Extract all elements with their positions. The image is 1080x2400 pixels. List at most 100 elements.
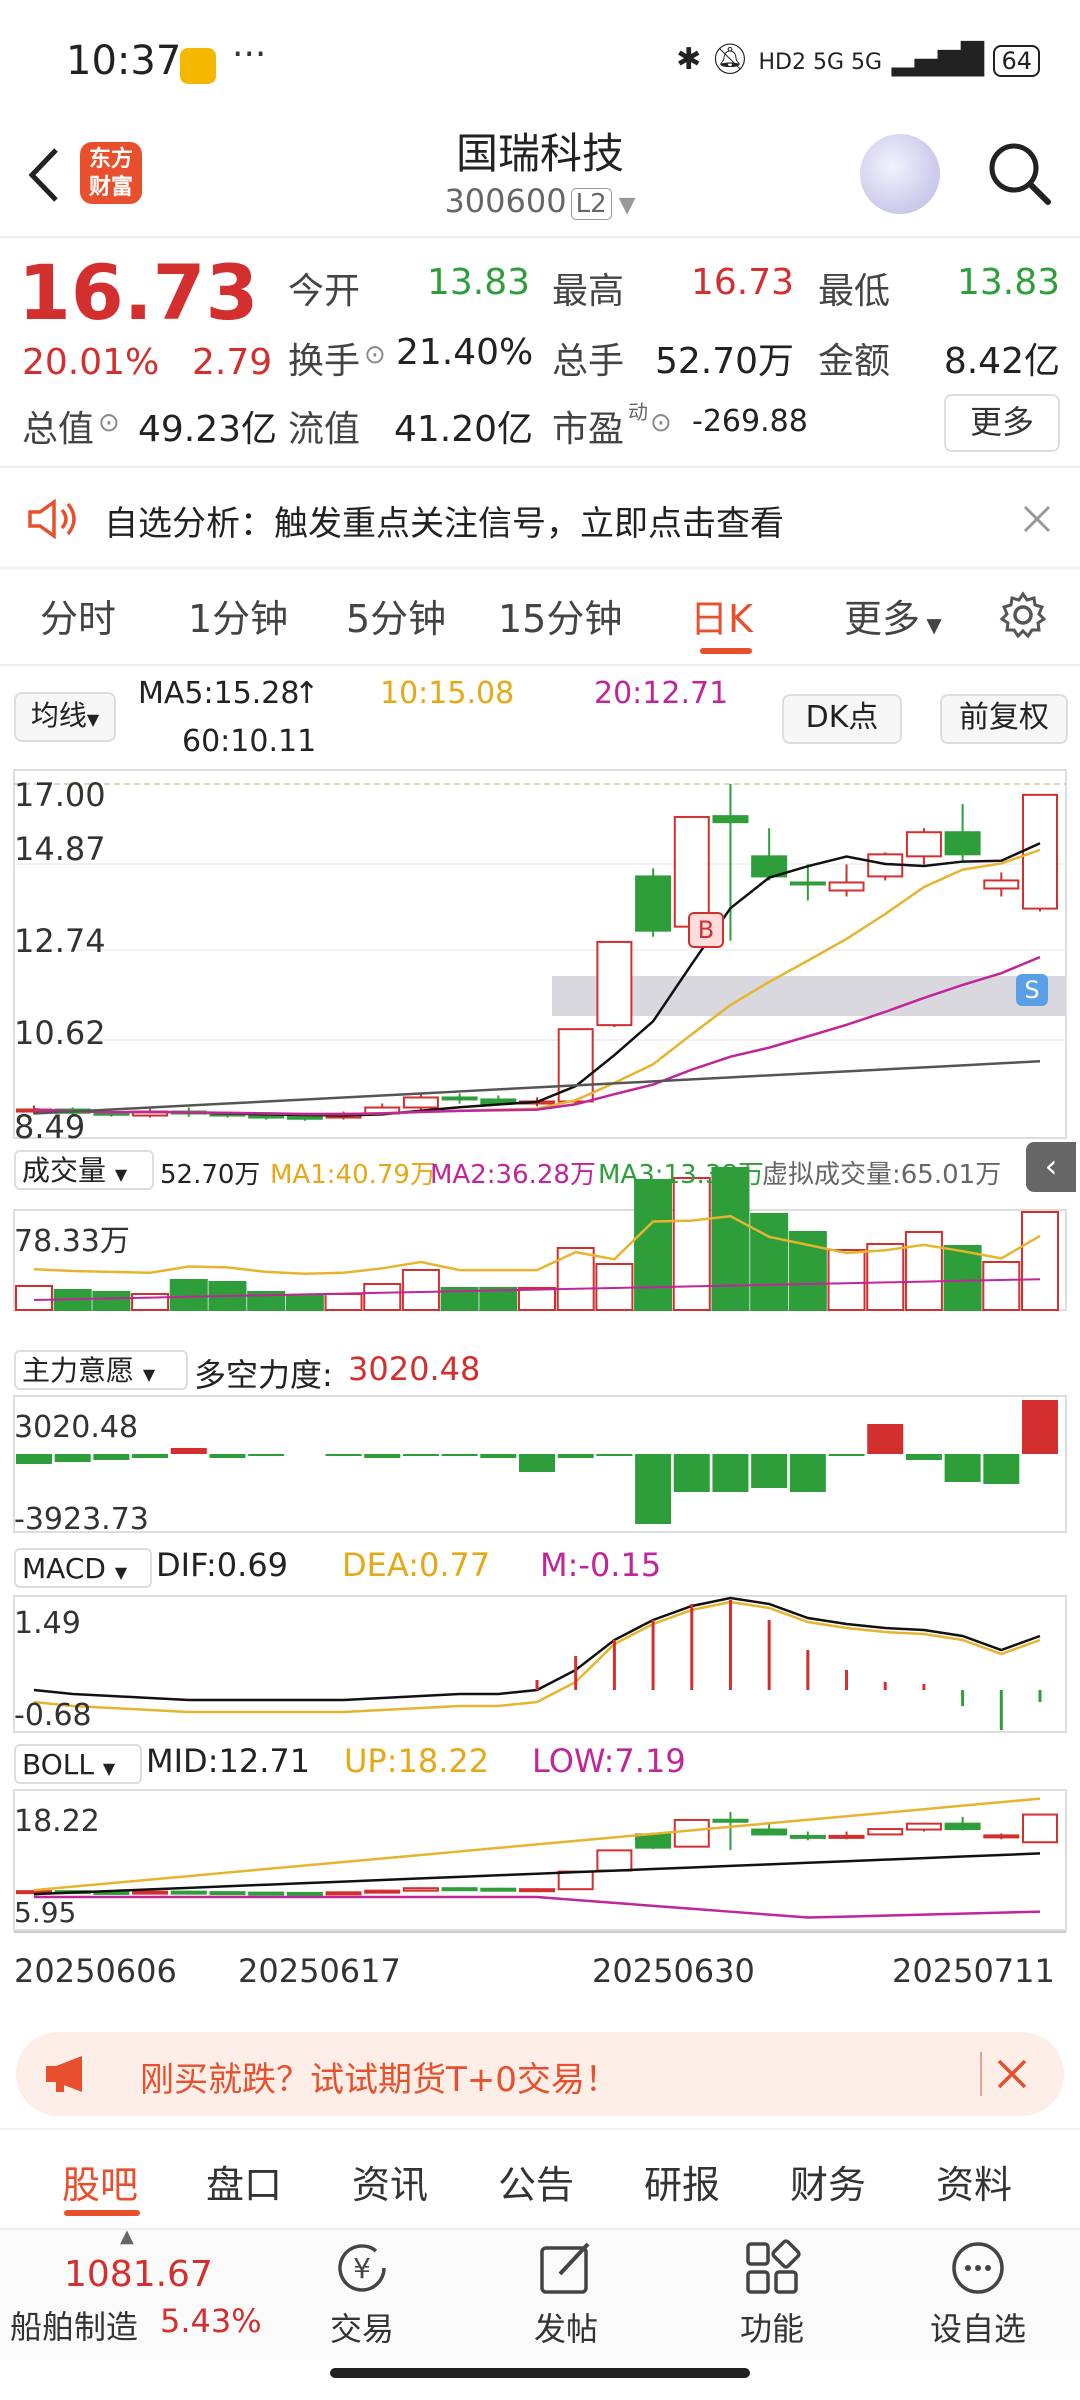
tab-finance[interactable]: 财务 — [790, 2154, 866, 2209]
ma-selector[interactable]: 均线▼ — [14, 692, 116, 742]
candle-body — [402, 1096, 439, 1109]
tab-timeshare[interactable]: 分时 — [40, 588, 116, 643]
sector-name[interactable]: 船舶制造 — [10, 2302, 138, 2348]
candle-body — [944, 831, 981, 856]
home-indicator — [330, 2368, 750, 2378]
chevron-down-icon: ▼ — [611, 193, 636, 218]
divider — [980, 2052, 982, 2096]
status-bar: 10:37 ··· ✱ 🔕︎ HD2 5G 5G ▂▄▆█ 64 — [0, 0, 1080, 130]
battery-level: 64 — [1001, 47, 1032, 75]
candle-body — [286, 1115, 323, 1120]
stock-chart[interactable] — [0, 760, 1080, 2020]
axis-label: 17.00 — [14, 776, 106, 814]
sector-index-value[interactable]: 1081.67 — [64, 2254, 213, 2295]
ma5-value: MA5:15.28 — [138, 676, 300, 711]
boll-candle-body — [867, 1828, 904, 1836]
trade-label[interactable]: 交易 — [292, 2304, 432, 2350]
post-edit-icon[interactable] — [536, 2238, 596, 2298]
boll-mid-line — [33, 1852, 1041, 1896]
chevron-down-icon: ▼ — [86, 710, 100, 729]
tab-announcements[interactable]: 公告 — [498, 2154, 574, 2209]
force-bar — [596, 1454, 633, 1456]
price-adjust-button[interactable]: 前复权 — [940, 694, 1068, 744]
axis-label: 12.74 — [14, 922, 106, 960]
close-icon[interactable] — [996, 2058, 1028, 2090]
tab-guba[interactable]: 股吧 — [62, 2154, 138, 2209]
boll-low-line — [34, 1895, 1041, 1919]
function-label[interactable]: 功能 — [702, 2304, 842, 2350]
force-bar — [93, 1454, 130, 1460]
tab-profile[interactable]: 资料 — [936, 2154, 1012, 2209]
volume-value: 52.70万 — [654, 341, 794, 382]
force-bar — [944, 1454, 981, 1482]
up-arrow-icon: ↑ — [294, 676, 320, 711]
tab-news[interactable]: 资讯 — [352, 2154, 428, 2209]
volume-bar — [169, 1279, 208, 1311]
tab-research[interactable]: 研报 — [644, 2154, 720, 2209]
stock-code: 300600 — [444, 182, 567, 220]
tab-pankou[interactable]: 盘口 — [206, 2154, 282, 2209]
settings-gear-icon[interactable] — [998, 590, 1048, 640]
volume-selector[interactable]: 成交量 ▼ — [14, 1150, 154, 1190]
trade-yen-icon[interactable]: ¥ — [332, 2238, 392, 2298]
boll-low: LOW:7.19 — [532, 1742, 686, 1780]
close-icon[interactable] — [1022, 504, 1052, 534]
robot-assistant-avatar[interactable] — [860, 134, 940, 214]
app-notification-icon — [180, 48, 216, 84]
tab-more[interactable]: 更多 ▼ — [844, 588, 942, 643]
volume-bar — [943, 1245, 982, 1311]
watchlist-label[interactable]: 设自选 — [908, 2304, 1048, 2350]
network-indicator: HD2 5G 5G — [758, 50, 883, 75]
date-label: 20250617 — [238, 1952, 401, 1990]
search-icon[interactable] — [984, 138, 1054, 208]
tab-more-label: 更多 — [844, 597, 921, 641]
macd-selector[interactable]: MACD ▼ — [14, 1548, 152, 1588]
promo-text[interactable]: 刚买就跌？试试期货T+0交易！ — [140, 2052, 619, 2101]
candle-body — [441, 1096, 478, 1101]
boll-selector[interactable]: BOLL ▼ — [14, 1744, 142, 1784]
tab-day-k[interactable]: 日K — [690, 588, 753, 643]
force-selector[interactable]: 主力意愿 ▼ — [14, 1350, 188, 1390]
post-label[interactable]: 发帖 — [496, 2304, 636, 2350]
force-bar — [170, 1448, 207, 1454]
force-label: 多空力度: — [194, 1356, 333, 1394]
add-watchlist-icon[interactable] — [948, 2238, 1008, 2298]
amount-label: 金额 — [818, 341, 891, 382]
collapse-chevron-icon[interactable]: ‹ — [1026, 1142, 1076, 1192]
low-label: 最低 — [818, 271, 891, 312]
low-value: 13.83 — [956, 262, 1060, 303]
ma20-value: 20:12.71 — [594, 676, 729, 711]
open-value: 13.83 — [426, 262, 530, 303]
candle-body — [248, 1114, 285, 1119]
boll-axis-top: 18.22 — [14, 1804, 100, 1839]
tab-1min[interactable]: 1分钟 — [188, 588, 288, 643]
tab-5min[interactable]: 5分钟 — [346, 588, 446, 643]
ma-selector-label: 均线 — [30, 699, 87, 732]
boll-axis-bottom: 5.95 — [14, 1896, 77, 1929]
alert-text[interactable]: 自选分析：触发重点关注信号，立即点击查看 — [104, 496, 784, 545]
sell-marker[interactable]: S — [1016, 974, 1048, 1006]
volume-bar — [363, 1283, 402, 1311]
force-bar — [712, 1454, 749, 1492]
volume-axis-top: 78.33万 — [14, 1224, 130, 1259]
info-icon[interactable]: ⊙ — [650, 408, 672, 438]
tab-15min[interactable]: 15分钟 — [498, 588, 622, 643]
force-bar — [402, 1454, 439, 1456]
more-button[interactable]: 更多 — [944, 394, 1060, 452]
macd-axis-top: 1.49 — [14, 1606, 81, 1641]
info-icon[interactable]: ⊙ — [98, 408, 120, 438]
function-grid-icon[interactable] — [742, 2238, 802, 2298]
force-bar — [673, 1454, 710, 1492]
up-triangle-icon: ▲ — [120, 2226, 134, 2247]
buy-marker[interactable]: B — [688, 912, 724, 948]
boll-candle-body — [905, 1822, 942, 1831]
chevron-down-icon: ▼ — [114, 1165, 128, 1184]
force-bar — [16, 1454, 52, 1464]
info-icon[interactable]: ⊙ — [364, 340, 386, 370]
boll-candle-body — [944, 1822, 981, 1831]
chevron-down-icon: ▼ — [102, 1759, 116, 1778]
boll-candle-body — [519, 1888, 555, 1893]
dk-point-button[interactable]: DK点 — [782, 694, 902, 744]
svg-text:¥: ¥ — [353, 2252, 371, 2285]
sector-pct: 5.43% — [160, 2302, 262, 2340]
